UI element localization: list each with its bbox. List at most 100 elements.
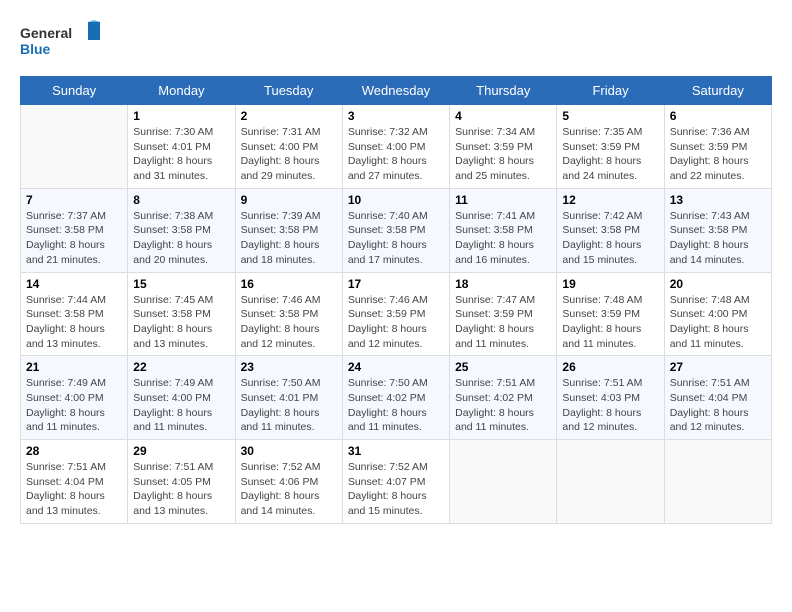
day-number: 15 [133,277,229,291]
day-number: 7 [26,193,122,207]
day-number: 19 [562,277,658,291]
calendar-cell: 24Sunrise: 7:50 AMSunset: 4:02 PMDayligh… [342,356,449,440]
day-number: 3 [348,109,444,123]
day-number: 2 [241,109,337,123]
day-info: Sunrise: 7:37 AMSunset: 3:58 PMDaylight:… [26,209,122,268]
day-number: 29 [133,444,229,458]
day-info: Sunrise: 7:43 AMSunset: 3:58 PMDaylight:… [670,209,766,268]
day-info: Sunrise: 7:31 AMSunset: 4:00 PMDaylight:… [241,125,337,184]
calendar-cell: 11 Sunrise: 7:41 AMSunset: 3:58 PMDayligh… [450,188,557,272]
day-number: 12 [562,193,658,207]
calendar-cell: 28 Sunrise: 7:51 AMSunset: 4:04 PMDayligh… [21,440,128,524]
day-info: Sunrise: 7:52 AMSunset: 4:06 PMDaylight:… [241,460,337,519]
calendar-cell: 29 Sunrise: 7:51 AMSunset: 4:05 PMDayligh… [128,440,235,524]
calendar-cell: 19 Sunrise: 7:48 AMSunset: 3:59 PMDayligh… [557,272,664,356]
day-number: 11 [455,193,551,207]
day-number: 13 [670,193,766,207]
day-number: 10 [348,193,444,207]
calendar-cell [557,440,664,524]
day-number: 20 [670,277,766,291]
calendar-cell: 2 Sunrise: 7:31 AMSunset: 4:00 PMDaylight… [235,105,342,189]
day-info: Sunrise: 7:40 AMSunset: 3:58 PMDaylight:… [348,209,444,268]
calendar-cell: 10 Sunrise: 7:40 AMSunset: 3:58 PMDayligh… [342,188,449,272]
day-info: Sunrise: 7:51 AMSunset: 4:05 PMDaylight:… [133,460,229,519]
calendar-cell: 4Sunrise: 7:34 AMSunset: 3:59 PMDaylight… [450,105,557,189]
calendar-cell: 14Sunrise: 7:44 AMSunset: 3:58 PMDayligh… [21,272,128,356]
day-number: 22 [133,360,229,374]
day-info: Sunrise: 7:48 AMSunset: 3:59 PMDaylight:… [562,293,658,352]
day-number: 8 [133,193,229,207]
weekday-header: Tuesday [235,77,342,105]
day-number: 14 [26,277,122,291]
calendar-cell: 22Sunrise: 7:49 AMSunset: 4:00 PMDayligh… [128,356,235,440]
calendar-cell: 3 Sunrise: 7:32 AMSunset: 4:00 PMDaylight… [342,105,449,189]
weekday-header: Saturday [664,77,771,105]
calendar-week-row: 14Sunrise: 7:44 AMSunset: 3:58 PMDayligh… [21,272,772,356]
svg-text:General: General [20,25,72,41]
day-info: Sunrise: 7:51 AMSunset: 4:03 PMDaylight:… [562,376,658,435]
day-info: Sunrise: 7:46 AMSunset: 3:58 PMDaylight:… [241,293,337,352]
logo-icon: General Blue [20,20,100,60]
day-number: 28 [26,444,122,458]
calendar-week-row: 21 Sunrise: 7:49 AMSunset: 4:00 PMDayligh… [21,356,772,440]
weekday-header: Wednesday [342,77,449,105]
day-info: Sunrise: 7:50 AMSunset: 4:02 PMDaylight:… [348,376,444,435]
day-number: 23 [241,360,337,374]
day-number: 21 [26,360,122,374]
day-info: Sunrise: 7:50 AMSunset: 4:01 PMDaylight:… [241,376,337,435]
calendar-cell: 15 Sunrise: 7:45 AMSunset: 3:58 PMDayligh… [128,272,235,356]
calendar-cell: 26 Sunrise: 7:51 AMSunset: 4:03 PMDayligh… [557,356,664,440]
day-number: 30 [241,444,337,458]
day-info: Sunrise: 7:42 AMSunset: 3:58 PMDaylight:… [562,209,658,268]
day-number: 27 [670,360,766,374]
calendar-cell: 20 Sunrise: 7:48 AMSunset: 4:00 PMDayligh… [664,272,771,356]
calendar-cell: 31 Sunrise: 7:52 AMSunset: 4:07 PMDayligh… [342,440,449,524]
day-number: 6 [670,109,766,123]
calendar-cell: 17Sunrise: 7:46 AMSunset: 3:59 PMDayligh… [342,272,449,356]
calendar-week-row: 28 Sunrise: 7:51 AMSunset: 4:04 PMDayligh… [21,440,772,524]
day-number: 1 [133,109,229,123]
day-info: Sunrise: 7:49 AMSunset: 4:00 PMDaylight:… [26,376,122,435]
calendar-cell: 18Sunrise: 7:47 AMSunset: 3:59 PMDayligh… [450,272,557,356]
calendar-cell: 5 Sunrise: 7:35 AMSunset: 3:59 PMDaylight… [557,105,664,189]
calendar-cell: 23 Sunrise: 7:50 AMSunset: 4:01 PMDayligh… [235,356,342,440]
day-number: 16 [241,277,337,291]
day-info: Sunrise: 7:32 AMSunset: 4:00 PMDaylight:… [348,125,444,184]
day-info: Sunrise: 7:35 AMSunset: 3:59 PMDaylight:… [562,125,658,184]
day-number: 26 [562,360,658,374]
calendar-cell: 1 Sunrise: 7:30 AMSunset: 4:01 PMDaylight… [128,105,235,189]
day-info: Sunrise: 7:41 AMSunset: 3:58 PMDaylight:… [455,209,551,268]
day-info: Sunrise: 7:38 AMSunset: 3:58 PMDaylight:… [133,209,229,268]
calendar-cell: 13 Sunrise: 7:43 AMSunset: 3:58 PMDayligh… [664,188,771,272]
weekday-header: Sunday [21,77,128,105]
weekday-header: Friday [557,77,664,105]
day-info: Sunrise: 7:30 AMSunset: 4:01 PMDaylight:… [133,125,229,184]
day-info: Sunrise: 7:48 AMSunset: 4:00 PMDaylight:… [670,293,766,352]
day-number: 9 [241,193,337,207]
day-info: Sunrise: 7:34 AMSunset: 3:59 PMDaylight:… [455,125,551,184]
weekday-header: Monday [128,77,235,105]
day-info: Sunrise: 7:45 AMSunset: 3:58 PMDaylight:… [133,293,229,352]
logo: General Blue [20,20,100,60]
day-info: Sunrise: 7:36 AMSunset: 3:59 PMDaylight:… [670,125,766,184]
svg-text:Blue: Blue [20,41,51,57]
day-number: 5 [562,109,658,123]
day-number: 25 [455,360,551,374]
day-number: 31 [348,444,444,458]
weekday-header: Thursday [450,77,557,105]
day-info: Sunrise: 7:39 AMSunset: 3:58 PMDaylight:… [241,209,337,268]
day-number: 17 [348,277,444,291]
calendar-week-row: 1 Sunrise: 7:30 AMSunset: 4:01 PMDaylight… [21,105,772,189]
calendar-cell: 30 Sunrise: 7:52 AMSunset: 4:06 PMDayligh… [235,440,342,524]
calendar-cell: 25 Sunrise: 7:51 AMSunset: 4:02 PMDayligh… [450,356,557,440]
day-info: Sunrise: 7:51 AMSunset: 4:02 PMDaylight:… [455,376,551,435]
day-info: Sunrise: 7:52 AMSunset: 4:07 PMDaylight:… [348,460,444,519]
day-number: 18 [455,277,551,291]
calendar-cell: 16 Sunrise: 7:46 AMSunset: 3:58 PMDayligh… [235,272,342,356]
calendar-cell [664,440,771,524]
calendar-cell: 7 Sunrise: 7:37 AMSunset: 3:58 PMDaylight… [21,188,128,272]
calendar-cell [21,105,128,189]
page-header: General Blue [20,20,772,60]
day-info: Sunrise: 7:51 AMSunset: 4:04 PMDaylight:… [26,460,122,519]
calendar-cell: 27Sunrise: 7:51 AMSunset: 4:04 PMDayligh… [664,356,771,440]
